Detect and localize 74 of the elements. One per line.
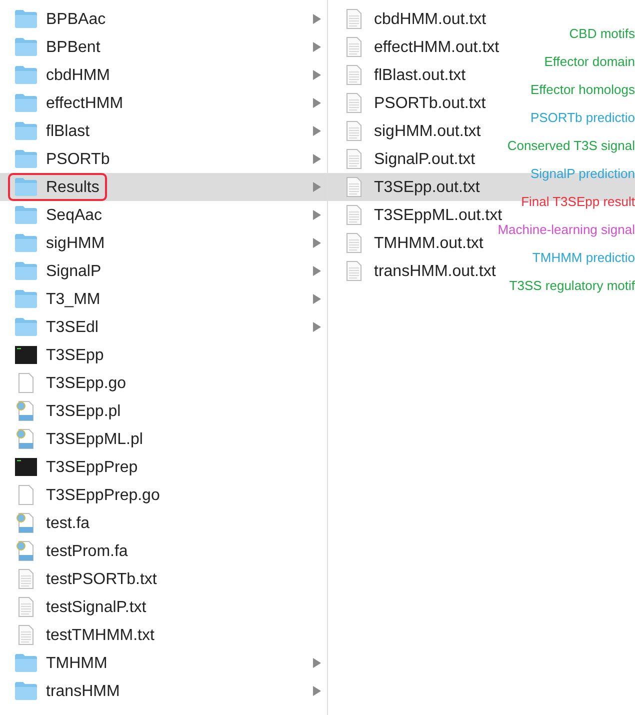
file-name[interactable]: sigHMM (46, 234, 105, 252)
terminal-icon (14, 345, 38, 365)
disclosure-arrow-icon[interactable] (313, 182, 321, 192)
file-name[interactable]: SignalP (46, 262, 102, 280)
annotation-label: Conserved T3S signal (507, 139, 635, 152)
folder-icon (14, 205, 38, 225)
file-name[interactable]: transHMM (46, 682, 120, 700)
file-name[interactable]: testPSORTb.txt (46, 570, 157, 588)
disclosure-arrow-icon[interactable] (313, 238, 321, 248)
annotation-label: Effector homologs (530, 83, 635, 96)
annotation-label: Final T3SEpp result (521, 195, 635, 208)
file-name[interactable]: transHMM.out.txt (374, 262, 496, 280)
file-name[interactable]: cbdHMM (46, 66, 110, 84)
file-name[interactable]: sigHMM.out.txt (374, 122, 481, 140)
file-name[interactable]: SeqAac (46, 206, 102, 224)
folder-icon (14, 653, 38, 673)
file-name[interactable]: TMHMM.out.txt (374, 234, 484, 252)
file-name[interactable]: T3SEpp.pl (46, 402, 121, 420)
file-name[interactable]: flBlast (46, 122, 90, 140)
folder-icon (14, 93, 38, 113)
annotation-label: TMHMM predictio (532, 251, 635, 264)
folder-icon (14, 233, 38, 253)
disclosure-arrow-icon[interactable] (313, 658, 321, 668)
disclosure-arrow-icon[interactable] (313, 294, 321, 304)
file-name[interactable]: T3SEdl (46, 318, 98, 336)
file-name[interactable]: T3SEppML.out.txt (374, 206, 502, 224)
annotation-label: Effector domain (544, 55, 635, 68)
file-name[interactable]: PSORTb (46, 150, 110, 168)
disclosure-arrow-icon[interactable] (313, 14, 321, 24)
disclosure-arrow-icon[interactable] (313, 126, 321, 136)
annotation-label: T3SS regulatory motif (509, 279, 635, 292)
annotation-label: PSORTb predictio (530, 111, 635, 124)
file-name[interactable]: Results (46, 178, 100, 196)
disclosure-arrow-icon[interactable] (313, 70, 321, 80)
disclosure-arrow-icon[interactable] (313, 42, 321, 52)
file-name[interactable]: T3SEpp (46, 346, 104, 364)
folder-icon (14, 149, 38, 169)
folder-icon (14, 177, 38, 197)
folder-icon (14, 37, 38, 57)
folder-icon (14, 317, 38, 337)
disclosure-arrow-icon[interactable] (313, 210, 321, 220)
folder-icon (14, 681, 38, 701)
disclosure-arrow-icon[interactable] (313, 686, 321, 696)
annotation-label: CBD motifs (569, 27, 635, 40)
folder-icon (14, 261, 38, 281)
file-name[interactable]: BPBAac (46, 10, 106, 28)
file-name[interactable]: T3_MM (46, 290, 100, 308)
file-name[interactable]: T3SEpp.go (46, 374, 126, 392)
folder-icon (14, 289, 38, 309)
folder-icon (14, 65, 38, 85)
disclosure-arrow-icon[interactable] (313, 154, 321, 164)
file-name[interactable]: testTMHMM.txt (46, 626, 154, 644)
file-name[interactable]: cbdHMM.out.txt (374, 10, 486, 28)
file-name[interactable]: BPBent (46, 38, 100, 56)
annotation-label: SignalP prediction (530, 167, 635, 180)
disclosure-arrow-icon[interactable] (313, 322, 321, 332)
folder-icon (14, 121, 38, 141)
folder-icon (14, 9, 38, 29)
disclosure-arrow-icon[interactable] (313, 266, 321, 276)
file-name[interactable]: testSignalP.txt (46, 598, 146, 616)
file-name[interactable]: TMHMM (46, 654, 108, 672)
file-name[interactable]: SignalP.out.txt (374, 150, 476, 168)
file-name[interactable]: effectHMM (46, 94, 124, 112)
file-name[interactable]: PSORTb.out.txt (374, 94, 486, 112)
file-name[interactable]: T3SEppML.pl (46, 430, 143, 448)
file-name[interactable]: test.fa (46, 514, 90, 532)
file-name[interactable]: T3SEppPrep.go (46, 486, 160, 504)
file-name[interactable]: T3SEppPrep (46, 458, 138, 476)
file-name[interactable]: testProm.fa (46, 542, 128, 560)
file-name[interactable]: flBlast.out.txt (374, 66, 466, 84)
terminal-icon (14, 457, 38, 477)
disclosure-arrow-icon[interactable] (313, 98, 321, 108)
file-name[interactable]: effectHMM.out.txt (374, 38, 500, 56)
annotation-label: Machine-learning signal (498, 223, 635, 236)
